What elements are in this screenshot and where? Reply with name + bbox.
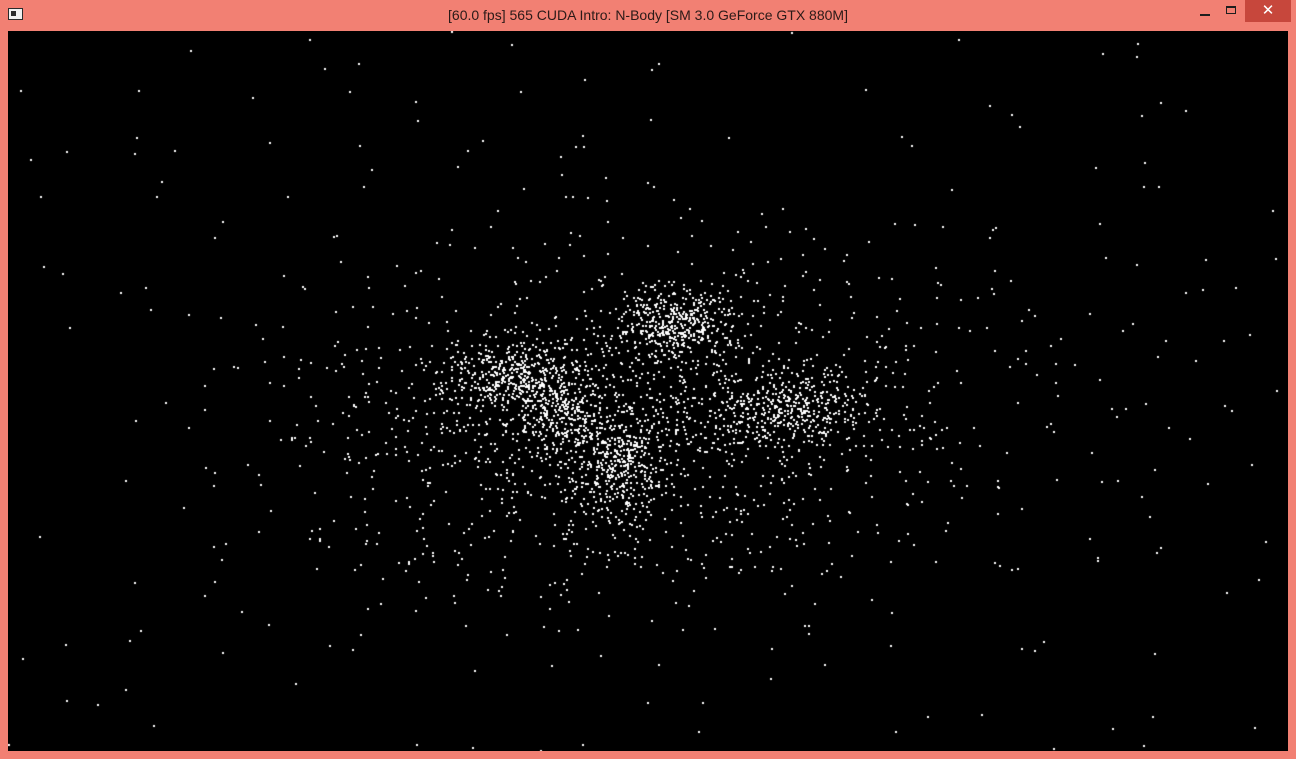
window-title: [60.0 fps] 565 CUDA Intro: N-Body [SM 3.… — [448, 7, 848, 23]
title-bar[interactable]: [60.0 fps] 565 CUDA Intro: N-Body [SM 3.… — [0, 0, 1296, 30]
minimize-icon — [1200, 14, 1210, 16]
simulation-viewport[interactable] — [8, 31, 1288, 751]
close-button[interactable]: ✕ — [1245, 0, 1291, 22]
particle-canvas[interactable] — [8, 31, 1288, 751]
maximize-button[interactable] — [1218, 0, 1244, 22]
minimize-button[interactable] — [1191, 0, 1218, 22]
maximize-icon — [1226, 6, 1236, 14]
close-icon: ✕ — [1261, 2, 1275, 19]
app-window: [60.0 fps] 565 CUDA Intro: N-Body [SM 3.… — [0, 0, 1296, 759]
